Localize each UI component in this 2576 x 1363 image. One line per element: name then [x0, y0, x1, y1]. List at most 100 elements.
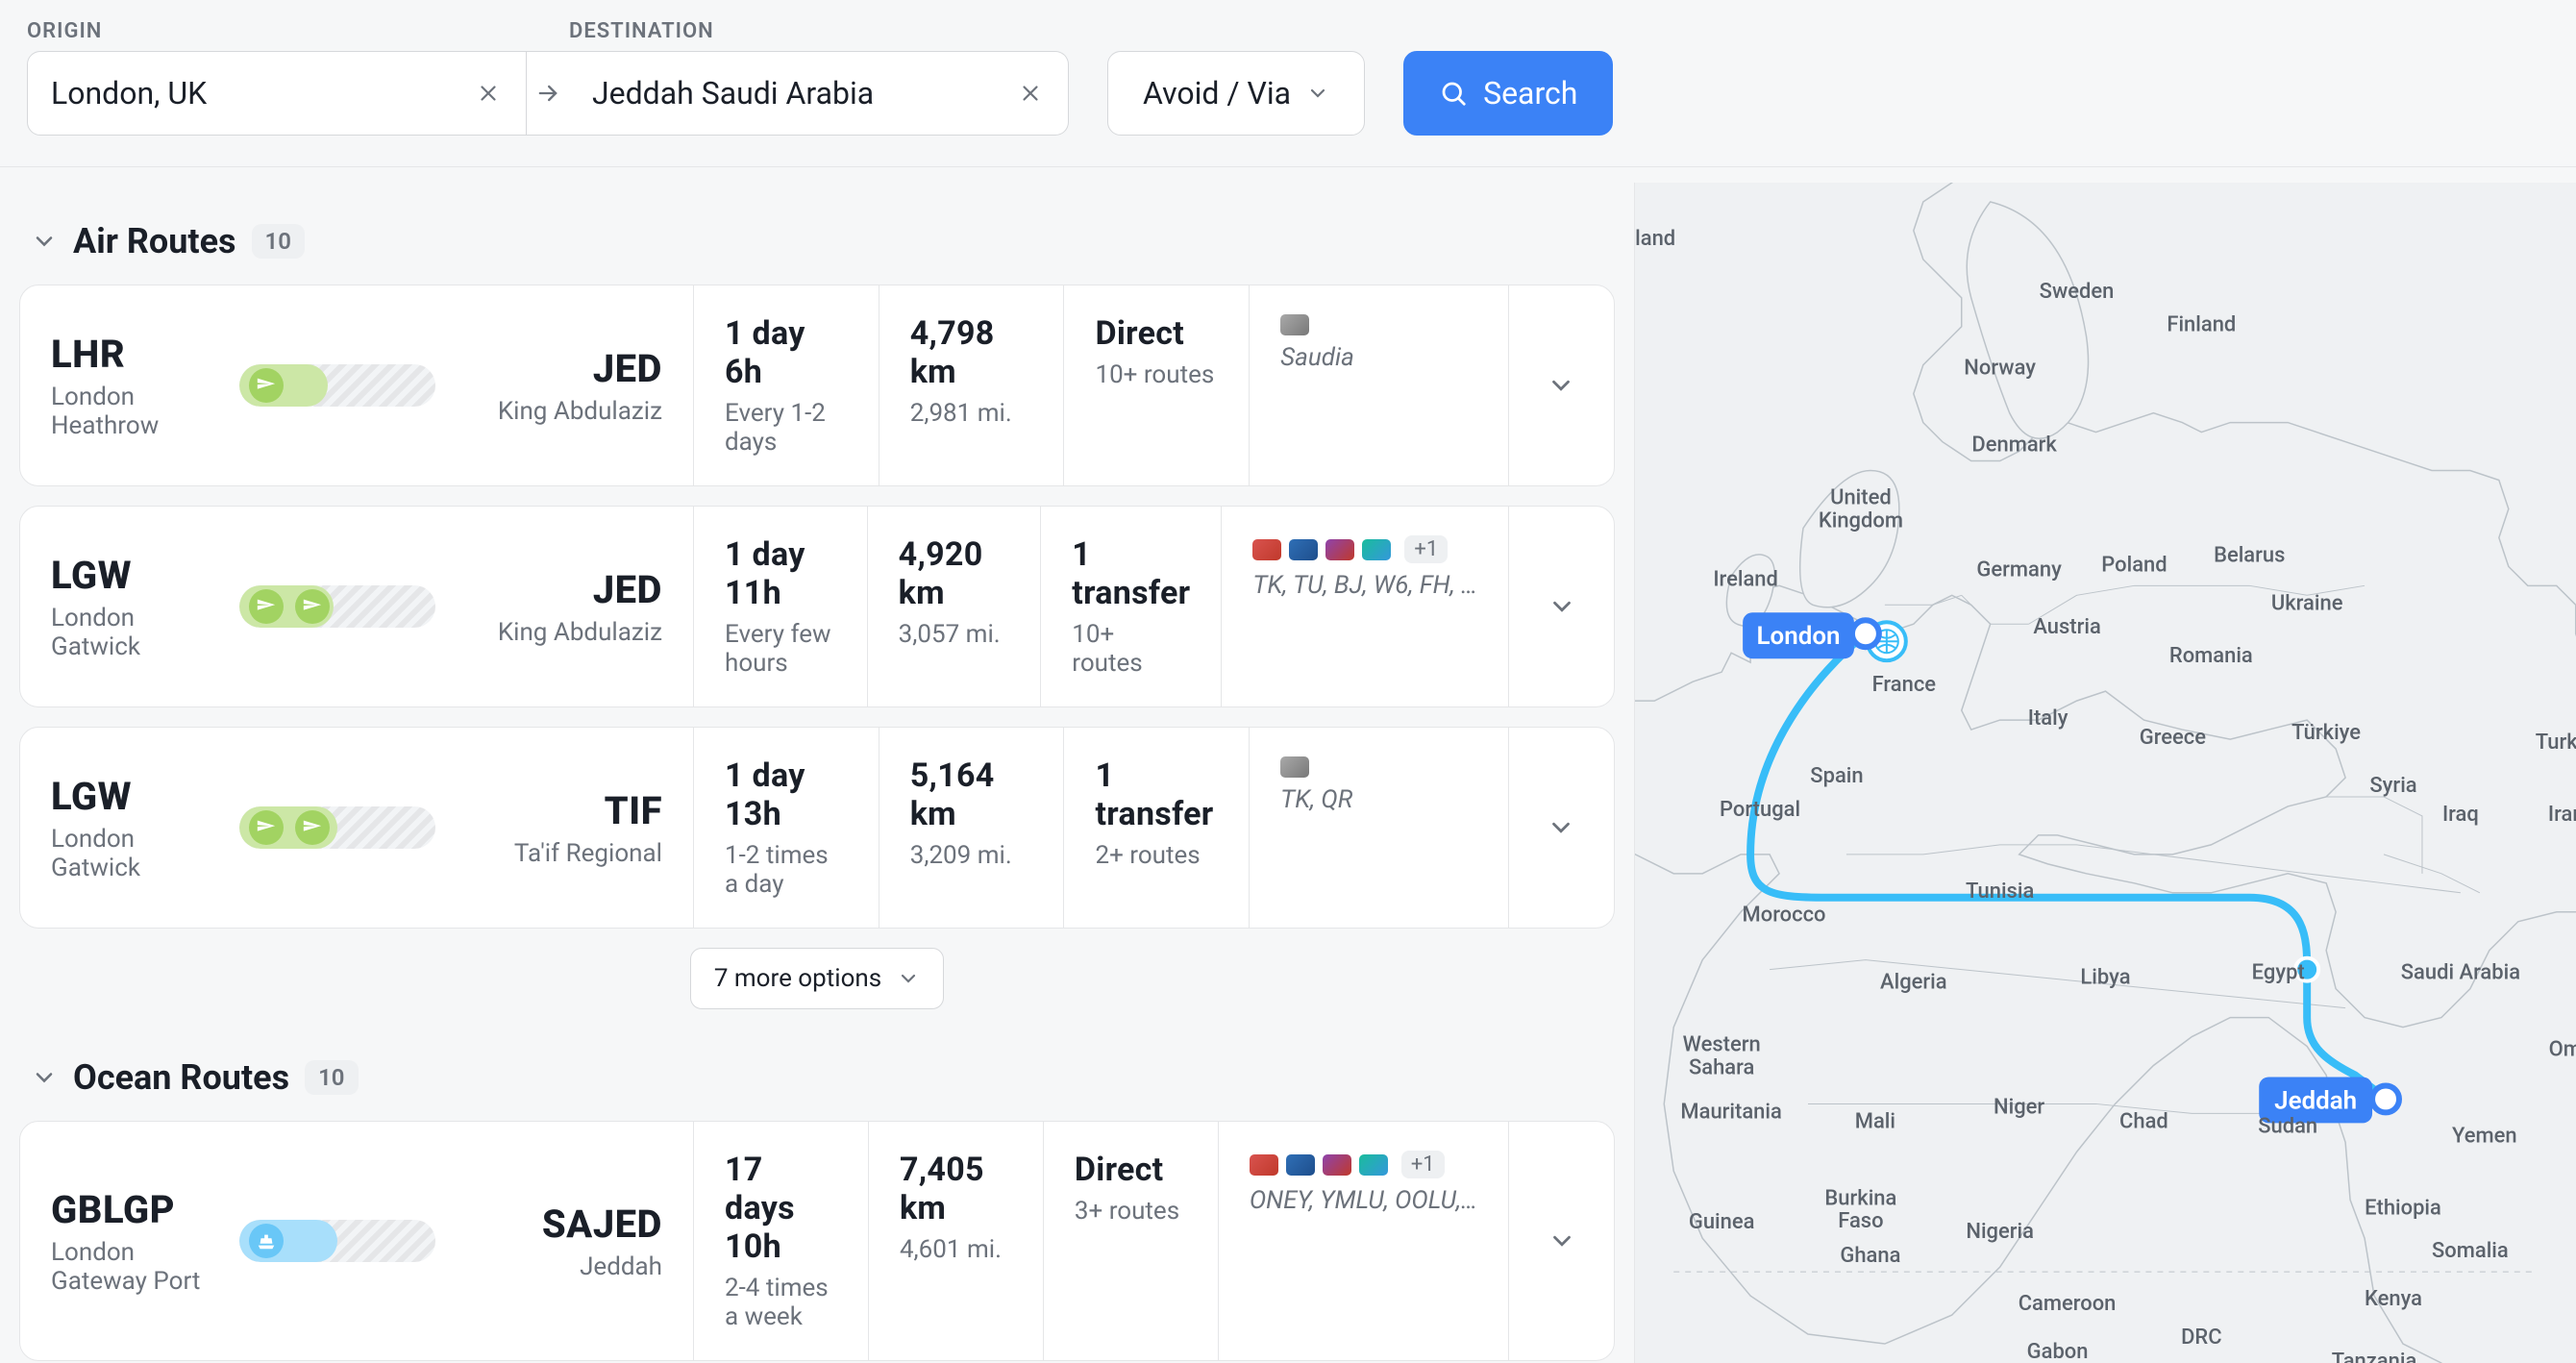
country-label: Mali: [1855, 1109, 1895, 1133]
ocean-routes-header[interactable]: Ocean Routes 10: [19, 1019, 1615, 1121]
carrier-codes: Saudia: [1280, 343, 1477, 372]
distance-km: 4,798 km: [910, 314, 1033, 391]
origin-name: London Gatwick: [51, 604, 224, 661]
frequency: Every 1-2 days: [725, 399, 848, 457]
frequency: 1-2 times a day: [725, 841, 848, 899]
chevron-down-icon: [897, 967, 920, 990]
frequency: Every few hours: [725, 620, 836, 678]
origin-code: LGW: [51, 553, 224, 598]
dest-code: JED: [451, 346, 662, 391]
distance-mi: 3,057 mi.: [899, 620, 1010, 649]
carrier-codes: TK, QR: [1280, 785, 1477, 814]
air-routes-title: Air Routes: [73, 221, 236, 261]
clear-destination-icon[interactable]: [1016, 79, 1045, 108]
route-count: 2+ routes: [1095, 841, 1218, 870]
avoid-via-button[interactable]: Avoid / Via: [1107, 51, 1365, 136]
destination-label: DESTINATION: [569, 19, 1069, 43]
country-label: Austria: [2033, 615, 2100, 639]
country-label: Ukraine: [2271, 591, 2343, 615]
dest-name: King Abdulaziz: [451, 618, 662, 647]
air-routes-header[interactable]: Air Routes 10: [19, 183, 1615, 285]
country-label: Denmark: [1971, 434, 2057, 458]
country-label: Ireland: [1713, 567, 1778, 591]
country-label: Italy: [2028, 706, 2068, 731]
origin-field: ORIGIN London, UK: [27, 19, 527, 136]
route-progress: [239, 1220, 435, 1262]
ocean-routes-list: GBLGP London Gateway Port SAJED Jeddah 1…: [19, 1121, 1615, 1363]
map[interactable]: London Jeddah SwedenFinlandNorwayDenmark…: [1635, 183, 2576, 1363]
air-routes-list: LHR London Heathrow JED King Abdulaziz 1…: [19, 285, 1615, 929]
dest-code: JED: [451, 567, 662, 612]
origin-code: LHR: [51, 332, 224, 377]
country-label: eland: [1635, 227, 1675, 251]
country-label: France: [1872, 673, 1937, 697]
search-icon: [1439, 79, 1468, 108]
duration: 1 day 6h: [725, 314, 848, 391]
carrier-codes: TK, TU, BJ, W6, FH, …: [1252, 571, 1477, 600]
destination-field: DESTINATION Jeddah Saudi Arabia: [569, 19, 1069, 136]
country-label: Gabon: [2027, 1340, 2089, 1363]
origin-code: LGW: [51, 774, 224, 819]
origin-name: London Heathrow: [51, 383, 224, 440]
distance-km: 7,405 km: [900, 1151, 1012, 1227]
origin-value: London, UK: [51, 75, 458, 112]
avoid-via-label: Avoid / Via: [1143, 75, 1291, 112]
clear-origin-icon[interactable]: [474, 79, 503, 108]
route-progress: [239, 806, 435, 849]
country-label: UnitedKingdom: [1819, 485, 1903, 533]
search-bar: ORIGIN London, UK DESTINATION Jeddah Sau…: [0, 0, 2576, 167]
expand-button[interactable]: [1508, 507, 1614, 706]
chevron-down-icon: [1547, 813, 1575, 842]
country-label: Syria: [2369, 774, 2416, 798]
dest-code: SAJED: [451, 1202, 662, 1247]
expand-button[interactable]: [1508, 285, 1614, 485]
chevron-down-icon: [31, 1064, 58, 1091]
chevron-down-icon: [1306, 82, 1329, 105]
country-label: Poland: [2101, 553, 2167, 577]
carrier-logos: [1280, 756, 1477, 778]
country-label: Libya: [2080, 966, 2130, 990]
country-label: Finland: [2167, 313, 2236, 337]
stops: Direct: [1075, 1151, 1187, 1189]
country-label: Turk: [2536, 731, 2576, 755]
country-label: Cameroon: [2019, 1292, 2117, 1316]
air-route-card[interactable]: LHR London Heathrow JED King Abdulaziz 1…: [19, 285, 1615, 486]
map-origin-label: London: [1757, 622, 1841, 651]
carrier-codes: ONEY, YMLU, OOLU,…: [1250, 1186, 1477, 1215]
main: Air Routes 10 LHR London Heathrow JED Ki…: [0, 183, 2576, 1363]
country-label: Romania: [2169, 644, 2253, 668]
air-more-row: 7 more options: [19, 948, 1615, 1009]
map-dest-label: Jeddah: [2274, 1086, 2357, 1115]
dest-name: King Abdulaziz: [451, 397, 662, 426]
results-panel[interactable]: Air Routes 10 LHR London Heathrow JED Ki…: [0, 183, 1634, 1363]
air-more-button[interactable]: 7 more options: [690, 948, 944, 1009]
duration: 17 days 10h: [725, 1151, 837, 1266]
country-label: Belarus: [2214, 543, 2285, 567]
distance-mi: 2,981 mi.: [910, 399, 1033, 428]
map-panel[interactable]: London Jeddah SwedenFinlandNorwayDenmark…: [1634, 183, 2576, 1363]
destination-input[interactable]: Jeddah Saudi Arabia: [569, 51, 1069, 136]
origin-name: London Gateway Port: [51, 1238, 224, 1296]
origin-name: London Gatwick: [51, 825, 224, 882]
duration: 1 day 13h: [725, 756, 848, 833]
distance-mi: 3,209 mi.: [910, 841, 1033, 870]
expand-button[interactable]: [1508, 728, 1614, 928]
expand-button[interactable]: [1508, 1122, 1614, 1360]
sea-route-card[interactable]: GBLGP London Gateway Port SAJED Jeddah 1…: [19, 1121, 1615, 1361]
route-progress: [239, 364, 435, 407]
origin-input[interactable]: London, UK: [27, 51, 527, 136]
dest-name: Jeddah: [451, 1252, 662, 1281]
swap-icon[interactable]: [527, 51, 569, 136]
air-route-card[interactable]: LGW London Gatwick TIF Ta'if Regional 1 …: [19, 727, 1615, 929]
search-button[interactable]: Search: [1403, 51, 1613, 136]
destination-value: Jeddah Saudi Arabia: [592, 75, 1001, 112]
carrier-logos: [1280, 314, 1477, 335]
air-route-card[interactable]: LGW London Gatwick JED King Abdulaziz 1 …: [19, 506, 1615, 707]
origin-code: GBLGP: [51, 1187, 224, 1232]
country-label: Tunisia: [1966, 880, 2034, 904]
chevron-down-icon: [1548, 1227, 1576, 1255]
country-label: Somalia: [2432, 1239, 2509, 1263]
country-label: Iraq: [2442, 803, 2479, 827]
route-progress: [239, 585, 435, 628]
carrier-logos: +1: [1250, 1151, 1477, 1178]
